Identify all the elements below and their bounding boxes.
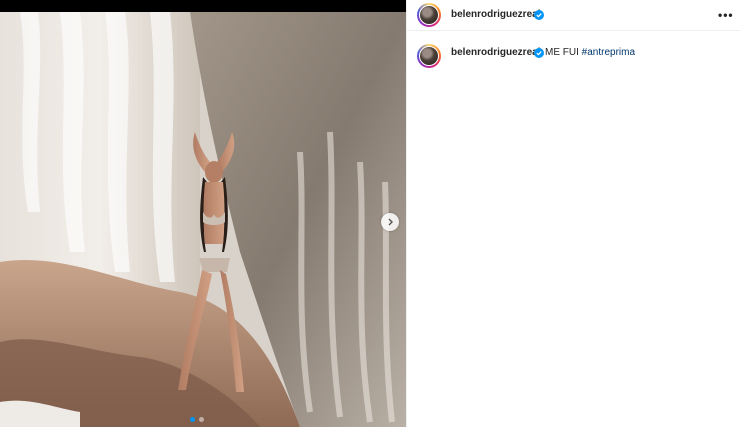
chevron-right-icon (388, 218, 393, 226)
caption-body: ME FUI (545, 47, 579, 58)
verified-badge-icon (534, 48, 544, 58)
author-username[interactable]: belenrodriguezreal (451, 9, 540, 20)
post-sidebar: belenrodriguezreal ••• belenrodriguezrea… (406, 0, 740, 427)
carousel-next-button[interactable] (381, 213, 399, 231)
caption-text: ME FUI #antreprima (545, 47, 635, 58)
post-photo (0, 12, 406, 427)
more-options-icon[interactable]: ••• (718, 8, 734, 22)
avatar-image (420, 6, 438, 24)
verified-badge-icon (534, 10, 544, 20)
caption-hashtag-link[interactable]: #antreprima (582, 47, 635, 58)
avatar-image (420, 47, 438, 65)
post-media (0, 0, 406, 427)
caption-avatar[interactable] (417, 44, 441, 68)
caption-username[interactable]: belenrodriguezreal (451, 47, 540, 58)
carousel-dot (199, 417, 204, 422)
carousel-indicator (190, 417, 204, 422)
author-avatar[interactable] (417, 3, 441, 27)
media-top-bar (0, 0, 406, 12)
post-header: belenrodriguezreal ••• (407, 0, 740, 31)
carousel-dot-active (190, 417, 195, 422)
